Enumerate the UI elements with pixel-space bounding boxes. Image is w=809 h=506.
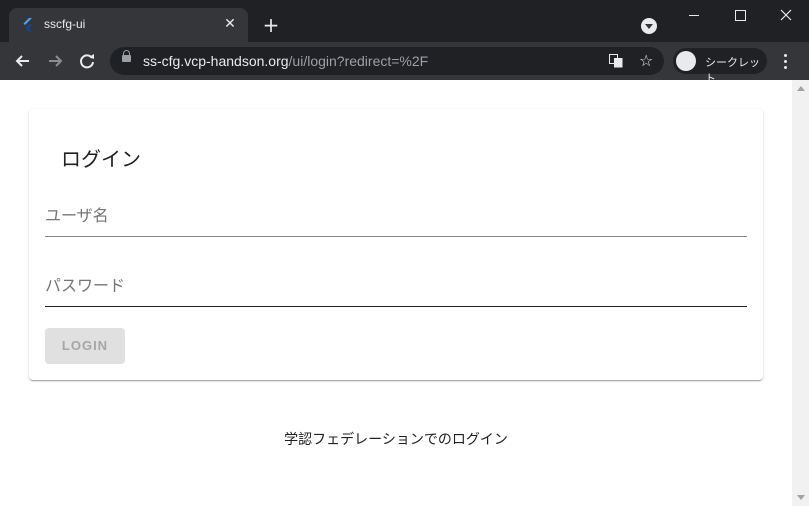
bookmark-star-icon[interactable]: ☆: [639, 52, 653, 70]
translate-icon[interactable]: [609, 54, 623, 68]
close-window-button[interactable]: [763, 0, 809, 32]
minimize-button[interactable]: [671, 0, 717, 32]
new-tab-button[interactable]: +: [262, 15, 280, 35]
scroll-up-icon[interactable]: [797, 86, 805, 91]
close-icon: [780, 9, 792, 21]
username-underline: [45, 236, 747, 237]
reload-icon[interactable]: [76, 50, 98, 72]
tab-sscfg-ui[interactable]: sscfg-ui ✕: [9, 8, 248, 42]
password-field[interactable]: [45, 267, 747, 307]
login-button[interactable]: LOGIN: [45, 328, 125, 364]
incognito-icon: [676, 51, 696, 71]
lock-icon[interactable]: [122, 50, 131, 62]
browser-window: sscfg-ui ✕ + ss-cfg.vcp-handson.org/ui/l…: [0, 0, 809, 506]
page-content: ログイン LOGIN 学認フェデレーションでのログイン: [0, 80, 792, 506]
username-input[interactable]: [45, 197, 747, 233]
incognito-profile-button[interactable]: シークレット: [673, 48, 767, 85]
url-text[interactable]: ss-cfg.vcp-handson.org/ui/login?redirect…: [143, 53, 428, 69]
back-arrow-icon[interactable]: [12, 50, 34, 72]
tab-search-icon[interactable]: [641, 18, 657, 34]
password-input[interactable]: [45, 267, 747, 303]
password-underline: [45, 306, 747, 307]
tab-title: sscfg-ui: [44, 17, 86, 31]
more-menu-icon[interactable]: [784, 54, 788, 70]
username-field[interactable]: [45, 197, 747, 237]
vertical-scrollbar[interactable]: [792, 80, 809, 506]
flutter-logo-icon: [23, 18, 32, 32]
tab-close-icon[interactable]: ✕: [222, 16, 238, 32]
login-card: ログイン LOGIN: [29, 109, 763, 380]
address-bar[interactable]: ss-cfg.vcp-handson.org/ui/login?redirect…: [110, 47, 664, 75]
scroll-down-icon[interactable]: [797, 495, 805, 500]
page-title: ログイン: [61, 147, 141, 171]
forward-arrow-icon[interactable]: [44, 50, 66, 72]
tab-strip: sscfg-ui ✕ +: [0, 0, 809, 42]
maximize-button[interactable]: [717, 0, 763, 32]
federation-login-link[interactable]: 学認フェデレーションでのログイン: [0, 429, 792, 449]
browser-toolbar: ss-cfg.vcp-handson.org/ui/login?redirect…: [0, 42, 809, 85]
